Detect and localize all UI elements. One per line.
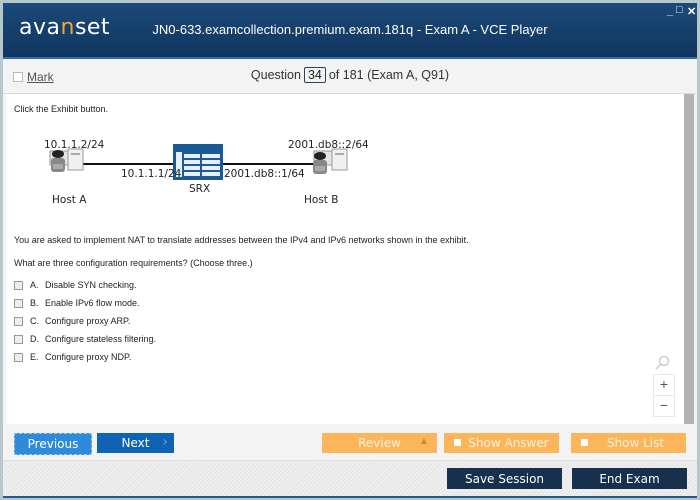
option-text: Enable IPv6 flow mode. bbox=[45, 298, 140, 308]
host-a-label: Host A bbox=[52, 194, 87, 206]
checkbox-icon[interactable] bbox=[14, 298, 23, 308]
option-letter: A. bbox=[30, 280, 39, 290]
next-button[interactable]: Next › bbox=[97, 433, 174, 453]
end-exam-button[interactable]: End Exam bbox=[572, 468, 687, 489]
question-suffix: of 181 (Exam A, Q91) bbox=[328, 68, 450, 82]
show-answer-label: Show Answer bbox=[468, 436, 549, 450]
window-title: JN0-633.examcollection.premium.exam.181q… bbox=[152, 22, 548, 37]
question-text: You are asked to implement NAT to transl… bbox=[14, 235, 469, 245]
navigation-bar: Previous Next › Review ▲ Show Answer Show… bbox=[3, 424, 697, 460]
show-list-label: Show List bbox=[606, 436, 665, 450]
checkbox-icon[interactable] bbox=[14, 352, 23, 362]
footer-divider bbox=[3, 496, 697, 498]
close-button[interactable]: ✕ bbox=[687, 5, 696, 18]
zoom-out-button[interactable]: − bbox=[653, 396, 675, 417]
checkbox-icon[interactable] bbox=[14, 316, 23, 326]
save-session-button[interactable]: Save Session bbox=[447, 468, 562, 489]
zoom-in-button[interactable]: + bbox=[653, 374, 675, 396]
srx-ipv6-label: 2001.db8::1/64 bbox=[224, 168, 305, 180]
host-a-icon bbox=[49, 148, 84, 172]
save-session-label: Save Session bbox=[464, 471, 545, 486]
option-text: Configure proxy NDP. bbox=[45, 352, 132, 362]
question-number-input[interactable]: 34 bbox=[303, 67, 326, 83]
question-content: Click the Exhibit button. 10.1.1.2/24 Ho… bbox=[6, 94, 684, 424]
zoom-controls: + − bbox=[653, 374, 675, 417]
answer-option-a[interactable]: A. Disable SYN checking. bbox=[14, 280, 137, 290]
show-list-button[interactable]: Show List bbox=[571, 433, 686, 453]
question-prefix: Question bbox=[250, 68, 301, 82]
host-b-label: Host B bbox=[304, 194, 339, 206]
option-text: Disable SYN checking. bbox=[45, 280, 137, 290]
host-b-ip-label: 2001.db8::2/64 bbox=[288, 139, 369, 151]
end-exam-label: End Exam bbox=[599, 471, 660, 486]
checkbox-icon bbox=[454, 439, 461, 446]
question-counter: Question 34 of 181 (Exam A, Q91) bbox=[3, 67, 697, 83]
previous-label: Previous bbox=[27, 437, 79, 451]
chevron-right-icon: › bbox=[162, 434, 168, 450]
vce-player-window: avanset JN0-633.examcollection.premium.e… bbox=[3, 3, 697, 498]
option-letter: E. bbox=[30, 352, 39, 362]
srx-ipv4-label: 10.1.1.1/24 bbox=[121, 168, 182, 180]
checkbox-icon[interactable] bbox=[14, 334, 23, 344]
show-answer-button[interactable]: Show Answer bbox=[444, 433, 559, 453]
footer-bar: Save Session End Exam bbox=[3, 460, 697, 497]
minimize-button[interactable]: _ bbox=[667, 5, 673, 17]
checkbox-icon bbox=[581, 439, 588, 446]
answer-option-b[interactable]: B. Enable IPv6 flow mode. bbox=[14, 298, 140, 308]
maximize-button[interactable]: □ bbox=[676, 4, 683, 16]
host-a-ip-label: 10.1.1.2/24 bbox=[44, 139, 105, 151]
title-bar: avanset JN0-633.examcollection.premium.e… bbox=[3, 3, 697, 59]
question-prompt: What are three configuration requirement… bbox=[14, 258, 253, 268]
answer-option-c[interactable]: C. Configure proxy ARP. bbox=[14, 316, 130, 326]
review-label: Review bbox=[358, 436, 401, 450]
option-text: Configure proxy ARP. bbox=[45, 316, 131, 326]
checkbox-icon[interactable] bbox=[14, 280, 23, 290]
option-letter: D. bbox=[30, 334, 39, 344]
question-bar: Mark Question 34 of 181 (Exam A, Q91) bbox=[3, 59, 697, 94]
answer-option-e[interactable]: E. Configure proxy NDP. bbox=[14, 352, 131, 362]
option-text: Configure stateless filtering. bbox=[45, 334, 157, 344]
answer-option-d[interactable]: D. Configure stateless filtering. bbox=[14, 334, 156, 344]
option-letter: B. bbox=[30, 298, 39, 308]
next-label: Next bbox=[121, 436, 150, 450]
srx-label: SRX bbox=[189, 183, 211, 195]
vertical-scrollbar[interactable] bbox=[684, 94, 694, 424]
host-b-icon bbox=[313, 148, 348, 174]
magnifier-icon bbox=[655, 355, 670, 370]
triangle-up-icon: ▲ bbox=[420, 436, 427, 445]
review-button[interactable]: Review ▲ bbox=[322, 433, 437, 453]
option-letter: C. bbox=[30, 316, 39, 326]
previous-button[interactable]: Previous bbox=[14, 433, 92, 455]
